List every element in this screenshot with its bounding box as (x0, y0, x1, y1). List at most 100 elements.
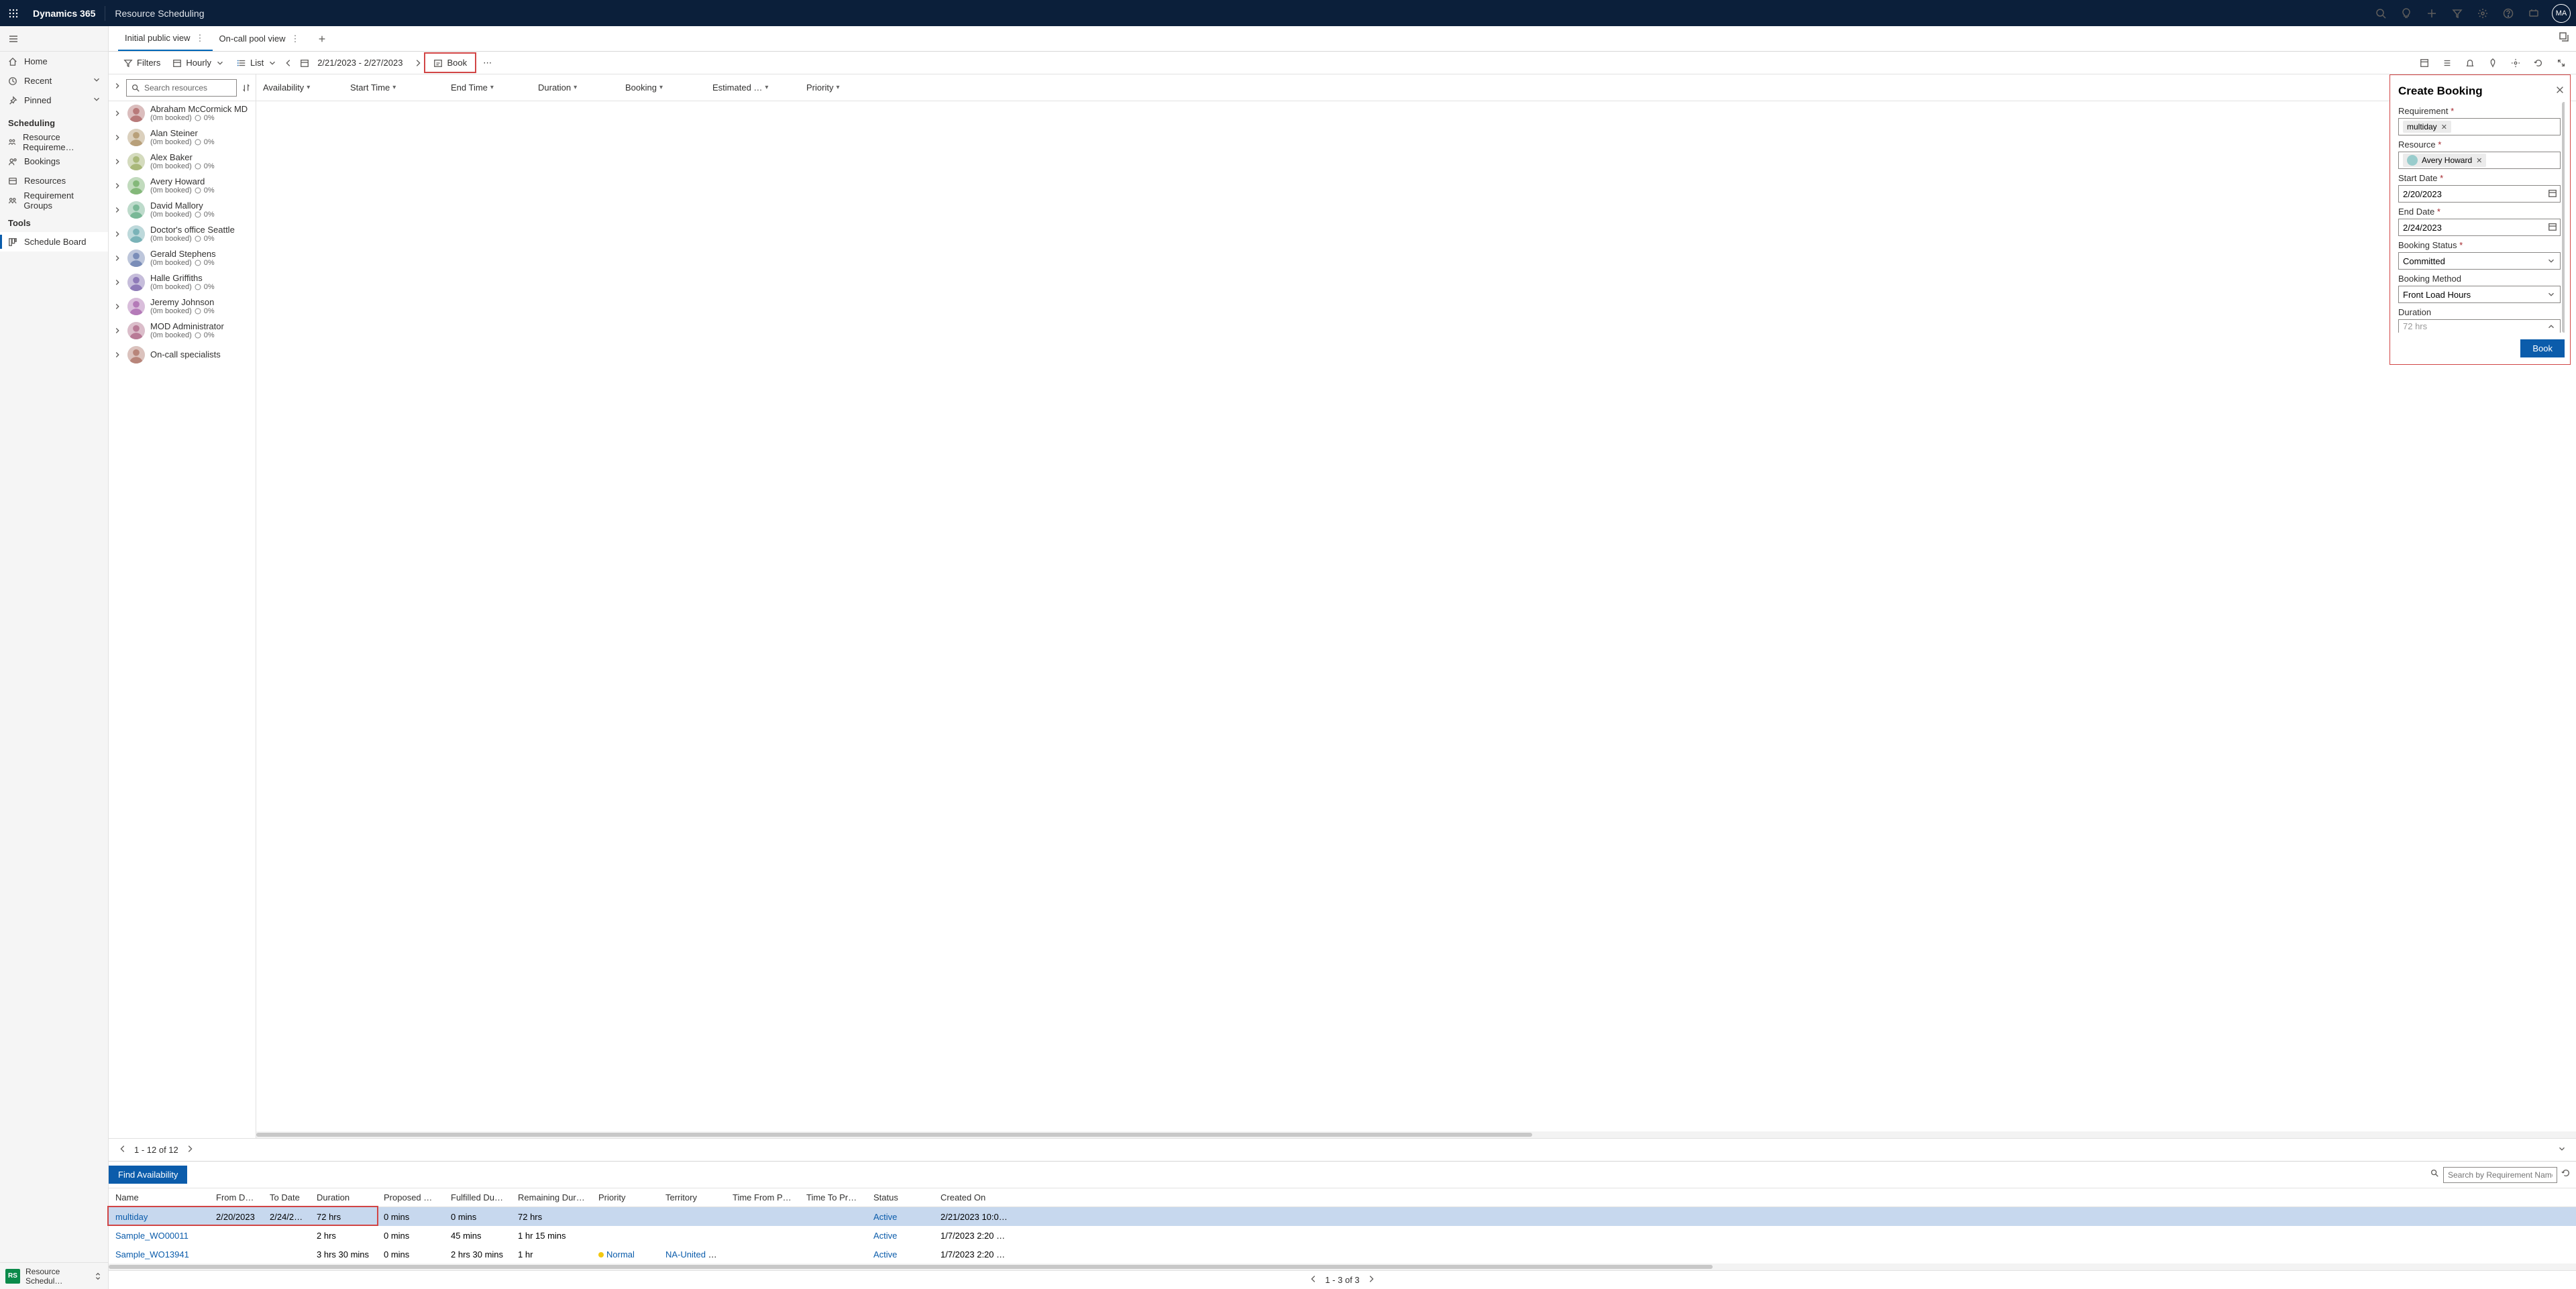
expand-icon[interactable] (113, 254, 122, 263)
find-availability-button[interactable]: Find Availability (109, 1166, 187, 1184)
filters-button[interactable]: Filters (118, 55, 166, 70)
resource-row[interactable]: Halle Griffiths (0m booked) 0% (109, 270, 256, 294)
stepper-icon[interactable] (2546, 322, 2556, 331)
brand-label[interactable]: Dynamics 365 (26, 8, 102, 19)
resource-row[interactable]: MOD Administrator (0m booked) 0% (109, 319, 256, 343)
expand-icon[interactable] (113, 109, 122, 118)
expand-icon[interactable] (2553, 55, 2569, 71)
gear-icon[interactable] (2508, 55, 2524, 71)
requirements-view-icon[interactable] (2416, 55, 2432, 71)
gear-icon[interactable] (2470, 0, 2496, 26)
add-tab-button[interactable] (308, 26, 336, 51)
column-header[interactable]: Availability▾ (256, 82, 343, 93)
column-header[interactable]: To Date (263, 1192, 310, 1202)
pager-prev-icon[interactable] (118, 1144, 127, 1156)
nav-bookings[interactable]: Bookings (0, 152, 108, 171)
status-link[interactable]: Active (873, 1231, 897, 1241)
nav-pinned[interactable]: Pinned (0, 91, 108, 110)
horizontal-scrollbar[interactable] (109, 1264, 2576, 1270)
next-range-button[interactable] (413, 56, 423, 70)
tab-on-call-pool-view[interactable]: On-call pool view ⋮ (213, 26, 308, 51)
resource-row[interactable]: Avery Howard (0m booked) 0% (109, 174, 256, 198)
requirement-row[interactable]: multiday 2/20/2023 2/24/2023 72 hrs 0 mi… (109, 1207, 2576, 1226)
calendar-icon[interactable] (2548, 188, 2557, 200)
filter-icon[interactable] (2445, 0, 2470, 26)
map-icon[interactable] (2485, 55, 2501, 71)
search-icon[interactable] (2368, 0, 2394, 26)
resource-row[interactable]: Jeremy Johnson (0m booked) 0% (109, 294, 256, 319)
nav-schedule-board[interactable]: Schedule Board (0, 232, 108, 251)
book-submit-button[interactable]: Book (2520, 339, 2565, 357)
hamburger-icon[interactable] (0, 26, 108, 52)
column-header[interactable]: Territory (659, 1192, 726, 1202)
hourly-dropdown[interactable]: Hourly (167, 55, 230, 70)
date-range-picker[interactable]: 2/21/2023 - 2/27/2023 (294, 55, 412, 70)
area-switcher[interactable]: RS Resource Schedul… (0, 1262, 108, 1289)
requirement-name-link[interactable]: multiday (115, 1212, 148, 1222)
tab-menu-icon[interactable]: ⋮ (290, 34, 301, 44)
resource-row[interactable]: Gerald Stephens (0m booked) 0% (109, 246, 256, 270)
requirement-row[interactable]: Sample_WO13941 3 hrs 30 mins 0 mins 2 hr… (109, 1245, 2576, 1264)
nav-resource-requirements[interactable]: Resource Requireme… (0, 132, 108, 152)
area-label[interactable]: Resource Scheduling (108, 8, 211, 19)
column-header[interactable]: Start Time▾ (343, 82, 444, 93)
column-header[interactable]: End Time▾ (444, 82, 531, 93)
expand-all-icon[interactable] (113, 81, 122, 94)
panel-scrollbar[interactable] (2562, 102, 2565, 333)
column-header[interactable]: Fulfilled Durat… (444, 1192, 511, 1202)
column-header[interactable]: Priority▾ (800, 82, 867, 93)
tab-menu-icon[interactable]: ⋮ (195, 33, 206, 44)
column-header[interactable]: Status (867, 1192, 934, 1202)
share-icon[interactable] (2559, 32, 2569, 46)
remove-resource-icon[interactable]: ✕ (2476, 156, 2482, 165)
resource-row[interactable]: David Mallory (0m booked) 0% (109, 198, 256, 222)
search-requirements-input[interactable] (2443, 1167, 2557, 1183)
resource-row[interactable]: On-call specialists (109, 343, 256, 367)
expand-icon[interactable] (113, 157, 122, 166)
end-date-input[interactable]: 2/24/2023 (2398, 219, 2561, 236)
avatar[interactable]: MA (2552, 4, 2571, 23)
list-dropdown[interactable]: List (231, 55, 282, 70)
booking-method-select[interactable]: Front Load Hours (2398, 286, 2561, 303)
column-header[interactable]: Created On (934, 1192, 1014, 1202)
remove-requirement-icon[interactable]: ✕ (2441, 123, 2447, 131)
column-header[interactable]: Time From Promis… (726, 1192, 800, 1202)
requirement-name-link[interactable]: Sample_WO13941 (115, 1249, 189, 1259)
status-link[interactable]: Active (873, 1212, 897, 1222)
expand-icon[interactable] (113, 350, 122, 359)
refresh-icon[interactable] (2530, 55, 2546, 71)
expand-icon[interactable] (113, 229, 122, 239)
expand-icon[interactable] (113, 133, 122, 142)
column-header[interactable]: Booking▾ (619, 82, 706, 93)
nav-home[interactable]: Home (0, 52, 108, 71)
horizontal-scrollbar[interactable] (256, 1131, 2576, 1138)
requirement-name-link[interactable]: Sample_WO00011 (115, 1231, 189, 1241)
expand-icon[interactable] (113, 205, 122, 215)
pager-next-icon[interactable] (1366, 1274, 1376, 1286)
column-header[interactable]: From Date (209, 1192, 263, 1202)
column-header[interactable]: Time To Promised (800, 1192, 867, 1202)
column-header[interactable]: Priority (592, 1192, 659, 1202)
help-icon[interactable] (2496, 0, 2521, 26)
column-header[interactable]: Name (109, 1192, 209, 1202)
pager-prev-icon[interactable] (1309, 1274, 1318, 1286)
add-icon[interactable] (2419, 0, 2445, 26)
resource-row[interactable]: Alex Baker (0m booked) 0% (109, 150, 256, 174)
more-actions-button[interactable]: ⋯ (478, 58, 497, 68)
search-resources-input[interactable]: Search resources (126, 79, 237, 97)
column-header[interactable]: Remaining Duration (511, 1192, 592, 1202)
nav-resources[interactable]: Resources (0, 171, 108, 190)
expand-icon[interactable] (113, 278, 122, 287)
duration-input[interactable]: 72 hrs (2398, 319, 2561, 333)
expand-icon[interactable] (113, 326, 122, 335)
book-button[interactable]: Book (428, 55, 472, 70)
idea-icon[interactable] (2394, 0, 2419, 26)
status-link[interactable]: Active (873, 1249, 897, 1259)
resource-row[interactable]: Doctor's office Seattle (0m booked) 0% (109, 222, 256, 246)
requirement-row[interactable]: Sample_WO00011 2 hrs 0 mins 45 mins 1 hr… (109, 1226, 2576, 1245)
booking-status-select[interactable]: Committed (2398, 252, 2561, 270)
expand-icon[interactable] (113, 181, 122, 190)
tab-initial-public-view[interactable]: Initial public view ⋮ (118, 26, 213, 51)
start-date-input[interactable]: 2/20/2023 (2398, 185, 2561, 203)
calendar-icon[interactable] (2548, 222, 2557, 233)
